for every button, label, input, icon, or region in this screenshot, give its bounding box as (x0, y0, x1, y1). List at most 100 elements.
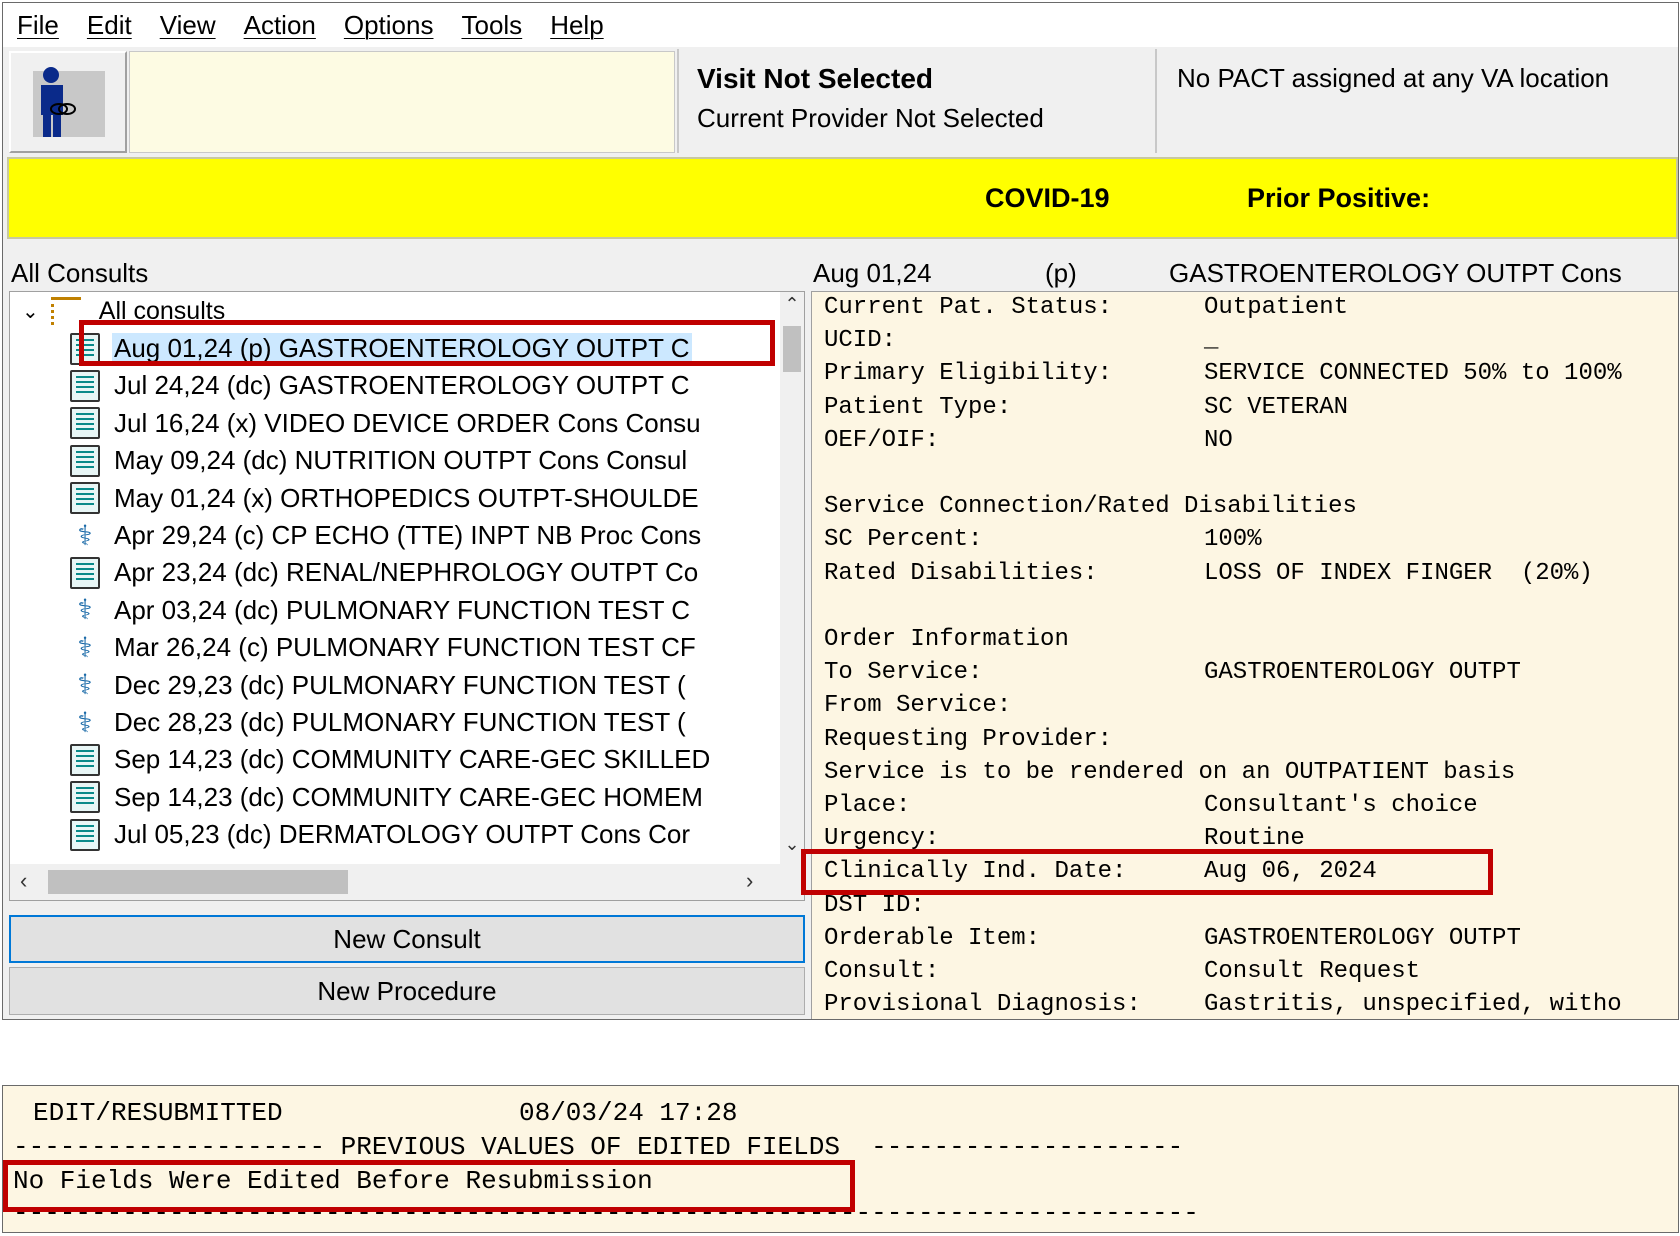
consult-list-item[interactable]: ⚕ Apr 29,24 (c) CP ECHO (TTE) INPT NB Pro… (70, 517, 770, 554)
detail-value: Outpatient (1204, 294, 1349, 321)
consult-item-label: Jul 24,24 (dc) GASTROENTEROLOGY OUTPT C (114, 370, 690, 401)
consult-list-item[interactable]: ⚕ Mar 26,24 (c) PULMONARY FUNCTION TEST C… (70, 629, 770, 666)
highlight-clinically-ind-date (801, 849, 1493, 895)
detail-label: SC Percent: (824, 526, 983, 554)
detail-line: Order Information (824, 626, 1678, 659)
detail-value: Consultant's choice (1204, 792, 1478, 819)
highlight-no-fields-edited (3, 1160, 855, 1212)
visit-status: Visit Not Selected (697, 63, 934, 94)
horizontal-scrollbar[interactable]: ‹ › (10, 864, 804, 900)
menu-action[interactable]: Action (244, 10, 316, 41)
detail-line: Service Connection/Rated Disabilities (824, 493, 1678, 526)
consult-list-item[interactable]: May 01,24 (x) ORTHOPEDICS OUTPT-SHOULDE (70, 480, 770, 517)
detail-line: Consult: Consult Request (824, 958, 1678, 991)
detail-value: _ (1204, 327, 1219, 355)
document-icon (70, 482, 100, 515)
document-icon (70, 369, 100, 402)
patient-select-button[interactable] (9, 51, 127, 153)
previous-values-line: -------------------- PREVIOUS VALUES OF … (13, 1132, 1184, 1162)
consult-item-label: Mar 26,24 (c) PULMONARY FUNCTION TEST CF (114, 632, 696, 663)
caduceus-icon: ⚕ (77, 631, 93, 663)
patient-info-box[interactable] (129, 51, 675, 153)
consult-list-item[interactable]: Jul 24,24 (dc) GASTROENTEROLOGY OUTPT C (70, 367, 770, 404)
detail-label: Primary Eligibility: (824, 360, 1113, 388)
scroll-thumb-horizontal[interactable] (48, 870, 348, 894)
consult-item-label: Dec 29,23 (dc) PULMONARY FUNCTION TEST ( (114, 669, 686, 700)
menu-edit[interactable]: Edit (87, 10, 132, 41)
consult-item-label: May 09,24 (dc) NUTRITION OUTPT Cons Cons… (114, 445, 688, 476)
detail-line: Place: Consultant's choice (824, 792, 1678, 825)
detail-value: LOSS OF INDEX FINGER (20%) (1204, 559, 1593, 587)
new-procedure-button[interactable]: New Procedure (9, 967, 805, 1015)
detail-value: Gastritis, unspecified, witho (1204, 991, 1622, 1019)
detail-value: SERVICE CONNECTED 50% to 100% (1204, 360, 1622, 388)
consults-tree[interactable]: ⌄ All consults Aug 01,24 (p) GASTROENTER… (9, 291, 805, 901)
detail-label: DST ID: (824, 891, 925, 919)
menu-file[interactable]: File (17, 10, 59, 41)
consult-detail-text[interactable]: Current Pat. Status: Outpatient UCID: _ Prim… (811, 291, 1678, 1019)
menu-tools[interactable]: Tools (461, 10, 522, 41)
menu-view[interactable]: View (160, 10, 216, 41)
detail-value: GASTROENTEROLOGY OUTPT (1204, 659, 1521, 687)
consult-item-label: Apr 29,24 (c) CP ECHO (TTE) INPT NB Proc… (114, 520, 702, 550)
consult-list-item[interactable]: Jul 16,24 (x) VIDEO DEVICE ORDER Cons Co… (70, 405, 770, 442)
detail-line: Provisional Diagnosis: Gastritis, unspeci… (824, 991, 1678, 1019)
detail-label: Requesting Provider: (824, 725, 1113, 753)
consult-item-label: Sep 14,23 (dc) COMMUNITY CARE-GEC SKILLE… (114, 744, 711, 775)
detail-value: SC VETERAN (1204, 393, 1349, 421)
consult-list-item[interactable]: May 09,24 (dc) NUTRITION OUTPT Cons Cons… (70, 442, 770, 479)
detail-line: To Service: GASTROENTEROLOGY OUTPT (824, 659, 1678, 692)
detail-label: Consult: (824, 958, 940, 985)
caduceus-icon: ⚕ (77, 669, 93, 701)
vertical-scrollbar[interactable]: ⌃ ⌄ (780, 292, 804, 864)
detail-label: Provisional Diagnosis: (824, 991, 1141, 1019)
covid-label: COVID-19 (985, 183, 1110, 213)
consult-item-label: Apr 03,24 (dc) PULMONARY FUNCTION TEST C (114, 594, 690, 625)
new-consult-button[interactable]: New Consult (9, 915, 805, 963)
consult-list-item[interactable]: ⚕ Apr 03,24 (dc) PULMONARY FUNCTION TEST … (70, 592, 770, 629)
chevron-down-icon[interactable]: ⌄ (22, 299, 39, 324)
consult-item-label: Jul 05,23 (dc) DERMATOLOGY OUTPT Cons Co… (114, 819, 691, 850)
detail-service: GASTROENTEROLOGY OUTPT Cons (1169, 258, 1622, 288)
scroll-thumb[interactable] (783, 326, 801, 372)
consult-list-item[interactable]: ⚕ Dec 28,23 (dc) PULMONARY FUNCTION TEST … (70, 704, 770, 741)
menu-help[interactable]: Help (550, 10, 603, 41)
caduceus-icon: ⚕ (77, 706, 93, 738)
pact-info-box[interactable]: No PACT assigned at any VA location (1161, 51, 1678, 153)
consult-item-label: Sep 14,23 (dc) COMMUNITY CARE-GEC HOMEM (114, 781, 703, 812)
detail-value: NO (1204, 426, 1233, 454)
pact-text: No PACT assigned at any VA location (1177, 63, 1610, 93)
consult-list-item[interactable]: Jul 05,23 (dc) DERMATOLOGY OUTPT Cons Co… (70, 816, 770, 853)
prior-positive-label: Prior Positive: (1247, 183, 1431, 213)
consult-item-label: Jul 16,24 (x) VIDEO DEVICE ORDER Cons Co… (114, 407, 701, 438)
all-consults-title: All Consults (11, 258, 149, 288)
detail-label: Service Connection/Rated Disabilities (824, 493, 1357, 521)
covid-banner: COVID-19 Prior Positive: (7, 157, 1678, 239)
scroll-up-icon[interactable]: ⌃ (780, 294, 804, 315)
detail-line: From Service: (824, 692, 1678, 725)
detail-line: Orderable Item: GASTROENTEROLOGY OUTPT (824, 925, 1678, 958)
detail-value: 100% (1204, 526, 1262, 554)
provider-status: Current Provider Not Selected (697, 103, 1044, 133)
detail-line: Current Pat. Status: Outpatient (824, 294, 1678, 327)
consult-list-item[interactable]: Sep 14,23 (dc) COMMUNITY CARE-GEC HOMEM (70, 779, 770, 816)
detail-line: Service is to be rendered on an OUTPATIE… (824, 759, 1678, 792)
scroll-left-icon[interactable]: ‹ (20, 868, 27, 894)
menu-options[interactable]: Options (344, 10, 434, 41)
detail-label: OEF/OIF: (824, 426, 940, 454)
detail-label: Rated Disabilities: (824, 559, 1098, 587)
consult-list-item[interactable]: Apr 23,24 (dc) RENAL/NEPHROLOGY OUTPT Co (70, 554, 770, 591)
edit-resubmitted-panel: EDIT/RESUBMITTED 08/03/24 17:28 --------… (2, 1085, 1679, 1233)
consult-item-label: Apr 23,24 (dc) RENAL/NEPHROLOGY OUTPT Co (114, 557, 699, 588)
detail-label: Order Information (824, 626, 1069, 653)
scroll-right-icon[interactable]: › (746, 868, 753, 894)
consult-list-item[interactable]: ⚕ Dec 29,23 (dc) PULMONARY FUNCTION TEST … (70, 667, 770, 704)
folder-tree-icon (50, 297, 81, 325)
edit-resubmitted-time: 08/03/24 17:28 (519, 1098, 738, 1128)
consult-item-label: May 01,24 (x) ORTHOPEDICS OUTPT-SHOULDE (114, 482, 699, 513)
consult-list-item[interactable]: Sep 14,23 (dc) COMMUNITY CARE-GEC SKILLE… (70, 741, 770, 778)
document-icon (70, 444, 100, 477)
document-icon (70, 781, 100, 814)
patient-header: Visit Not Selected Current Provider Not … (3, 47, 1678, 155)
visit-info-box[interactable]: Visit Not Selected Current Provider Not … (677, 49, 1157, 153)
